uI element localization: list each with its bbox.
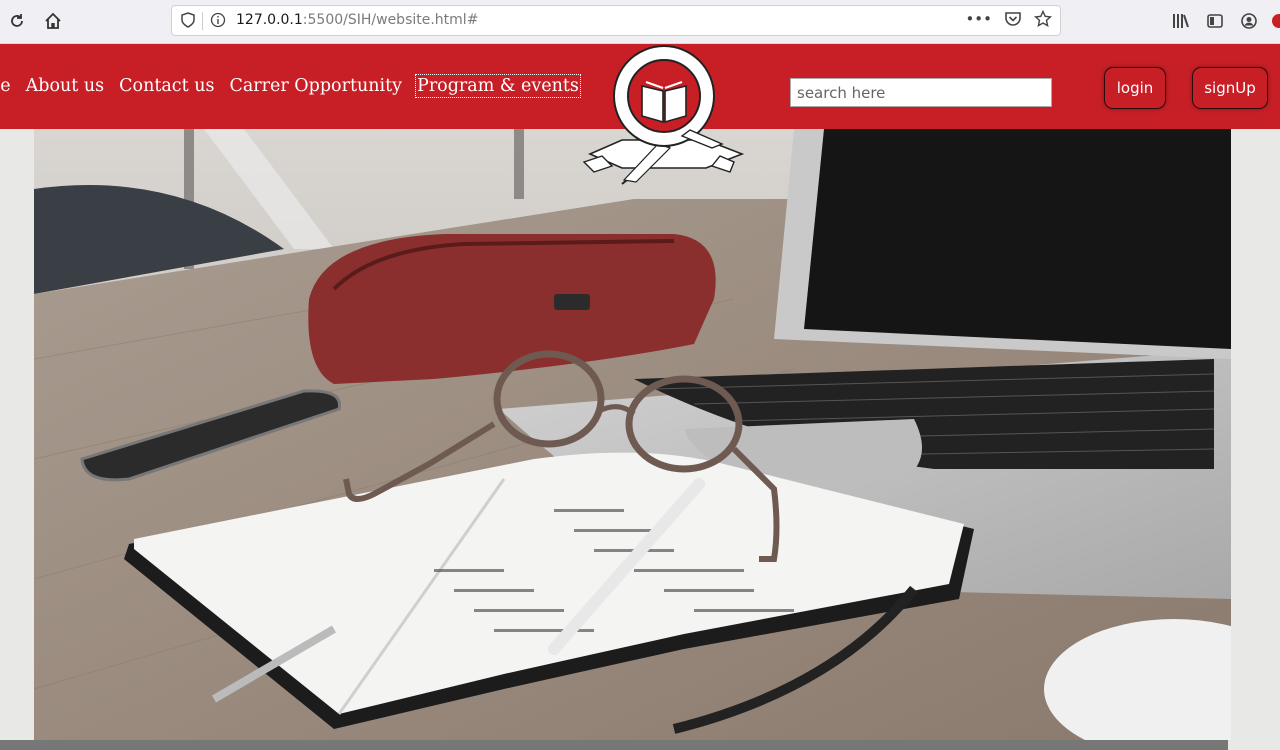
url-path: :5500/SIH/website.html# bbox=[302, 12, 479, 28]
login-button[interactable]: login bbox=[1104, 67, 1166, 109]
url-text[interactable]: 127.0.0.1:5500/SIH/website.html# bbox=[236, 12, 478, 28]
nav-contact-us[interactable]: Contact us bbox=[118, 75, 215, 97]
sidebar-icon[interactable] bbox=[1202, 8, 1228, 34]
account-icon[interactable] bbox=[1236, 8, 1262, 34]
browser-toolbar: 127.0.0.1:5500/SIH/website.html# ••• bbox=[0, 0, 1280, 44]
address-separator bbox=[202, 12, 203, 30]
star-icon[interactable] bbox=[1034, 10, 1052, 28]
shield-icon[interactable] bbox=[180, 12, 196, 28]
extension-icon[interactable] bbox=[1272, 14, 1280, 28]
hero-image bbox=[34, 129, 1231, 740]
hero-photo bbox=[34, 129, 1231, 740]
nav-career-opportunity[interactable]: Carrer Opportunity bbox=[228, 75, 403, 97]
search-input[interactable] bbox=[790, 78, 1052, 107]
signup-button[interactable]: signUp bbox=[1192, 67, 1268, 109]
more-icon[interactable]: ••• bbox=[965, 10, 992, 28]
address-bar[interactable]: 127.0.0.1:5500/SIH/website.html# ••• bbox=[171, 5, 1061, 36]
info-icon[interactable] bbox=[210, 12, 226, 28]
main-nav: ne About us Contact us Carrer Opportunit… bbox=[0, 74, 581, 98]
home-icon[interactable] bbox=[40, 8, 66, 34]
site-logo[interactable] bbox=[582, 44, 746, 186]
nav-program-events[interactable]: Program & events bbox=[415, 74, 581, 98]
pocket-icon[interactable] bbox=[1004, 10, 1022, 28]
nav-about-us[interactable]: About us bbox=[25, 75, 106, 97]
library-icon[interactable] bbox=[1168, 8, 1194, 34]
horizontal-scrollbar[interactable] bbox=[0, 740, 1228, 750]
url-host: 127.0.0.1 bbox=[236, 12, 303, 28]
nav-home[interactable]: ne bbox=[0, 75, 12, 97]
reload-icon[interactable] bbox=[4, 8, 30, 34]
